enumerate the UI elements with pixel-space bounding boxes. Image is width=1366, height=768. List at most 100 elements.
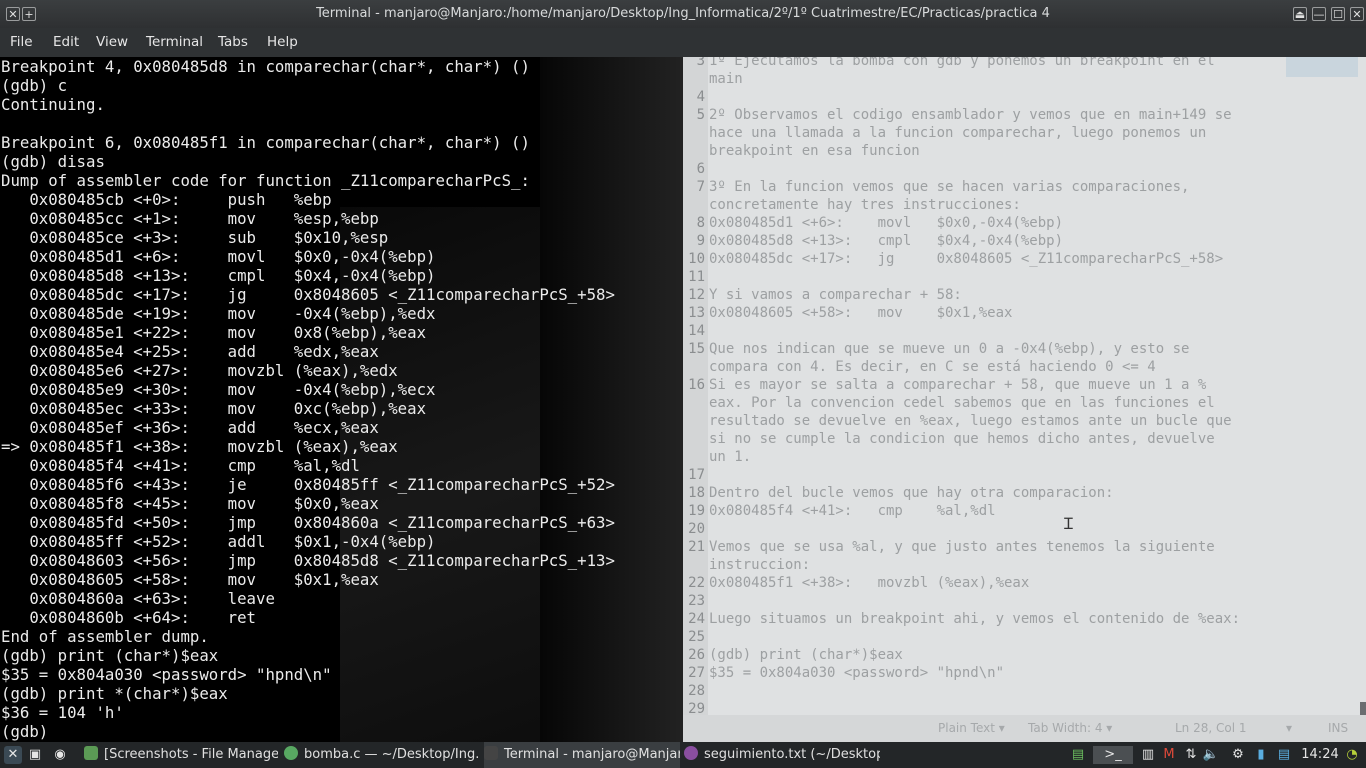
terminal-line: (gdb) c <box>1 76 68 95</box>
maximize-icon[interactable]: ☐ <box>1331 7 1345 21</box>
terminal-line: 0x08048605 <+58>: mov $0x1,%eax <box>1 570 379 589</box>
folder-tray-icon[interactable]: ▤ <box>1069 746 1087 764</box>
terminal-pane[interactable]: Breakpoint 4, 0x080485d8 in comparechar(… <box>0 57 683 742</box>
terminal-line: 0x080485d8 <+13>: cmpl $0x4,-0x4(%ebp) <box>1 266 436 285</box>
mode-selector[interactable]: ▾ <box>1286 721 1292 735</box>
shade-icon[interactable]: ⏏ <box>1293 7 1307 21</box>
terminal-tray-icon[interactable]: >_ <box>1093 746 1133 764</box>
clock[interactable]: 14:24 <box>1300 746 1340 764</box>
line-number: 25 <box>688 629 705 645</box>
terminal-line: 0x080485f8 <+45>: mov $0x0,%eax <box>1 494 379 513</box>
line-text: concretamente hay tres instrucciones: <box>709 197 1021 213</box>
task-seguimiento[interactable]: seguimiento.txt (~/Desktop... <box>684 742 880 768</box>
terminal-line: $36 = 104 'h' <box>1 703 124 722</box>
terminal-line: 0x080485ce <+3>: sub $0x10,%esp <box>1 228 389 247</box>
clipboard-icon[interactable]: ▤ <box>1275 746 1293 764</box>
terminal-line: Breakpoint 4, 0x080485d8 in comparechar(… <box>1 57 530 76</box>
line-number: 11 <box>688 269 705 285</box>
line-text: Que nos indican que se mueve un 0 a -0x4… <box>709 341 1190 357</box>
line-text: 3º En la funcion vemos que se hacen vari… <box>709 179 1190 195</box>
line-text: 0x080485f4 <+41>: cmp %al,%dl <box>709 503 996 519</box>
syntax-selector[interactable]: Plain Text ▾ <box>938 721 1005 735</box>
folder-icon <box>84 746 98 760</box>
line-number: 3 <box>696 57 705 69</box>
terminal-line: 0x080485ec <+33>: mov 0xc(%ebp),%eax <box>1 399 427 418</box>
terminal-line: 0x080485ef <+36>: add %ecx,%eax <box>1 418 379 437</box>
line-number: 21 <box>688 539 705 555</box>
terminal-line: 0x080485f6 <+43>: je 0x80485ff <_Z11comp… <box>1 475 615 494</box>
terminal-line: 0x080485dc <+17>: jg 0x8048605 <_Z11comp… <box>1 285 615 304</box>
line-text: 0x080485dc <+17>: jg 0x8048605 <_Z11comp… <box>709 251 1224 267</box>
menu-bar: File Edit View Terminal Tabs Help <box>0 28 1366 57</box>
editor-statusbar: Plain Text ▾ Tab Width: 4 ▾ Ln 28, Col 1… <box>683 715 1366 742</box>
battery-icon[interactable]: ▮ <box>1252 746 1270 764</box>
task-label: seguimiento.txt (~/Desktop... <box>704 747 880 762</box>
menu-terminal[interactable]: Terminal <box>146 34 203 50</box>
terminal-line: 0x080485cb <+0>: push %ebp <box>1 190 332 209</box>
line-text: 2º Observamos el codigo ensamblador y ve… <box>709 107 1232 123</box>
menu-launcher-icon[interactable]: ✕ <box>4 746 22 764</box>
terminal-line: 0x080485de <+19>: mov -0x4(%ebp),%edx <box>1 304 436 323</box>
menu-edit[interactable]: Edit <box>53 34 79 50</box>
line-number: 18 <box>688 485 705 501</box>
line-text: 0x08048605 <+58>: mov $0x1,%eax <box>709 305 1013 321</box>
line-number: 12 <box>688 287 705 303</box>
line-number: 26 <box>688 647 705 663</box>
notes-tray-icon[interactable]: ▥ <box>1139 746 1157 764</box>
editor-icon <box>284 746 298 760</box>
line-text: resultado se devuelve en %eax, luego est… <box>709 413 1232 429</box>
line-text: 0x080485d1 <+6>: movl $0x0,-0x4(%ebp) <box>709 215 1064 231</box>
terminal-line: $35 = 0x804a030 <password> "hpnd\n" <box>1 665 332 684</box>
task-bomba-editor[interactable]: bomba.c — ~/Desktop/Ing... <box>284 742 480 768</box>
line-number: 4 <box>696 89 705 105</box>
line-text: Vemos que se usa %al, y que justo antes … <box>709 539 1215 555</box>
menu-file[interactable]: File <box>10 34 33 50</box>
line-number: 17 <box>688 467 705 483</box>
task-terminal[interactable]: Terminal - manjaro@Manjar... <box>484 742 680 768</box>
task-file-manager[interactable]: [Screenshots - File Manager] <box>84 742 278 768</box>
mail-icon[interactable]: M <box>1160 746 1178 764</box>
current-line-highlight <box>1286 57 1358 77</box>
browser-launcher-icon[interactable]: ◉ <box>51 746 69 764</box>
menu-view[interactable]: View <box>96 34 128 50</box>
task-label: [Screenshots - File Manager] <box>104 747 278 762</box>
line-number: 24 <box>688 611 705 627</box>
volume-icon[interactable]: 🔈 <box>1202 746 1220 764</box>
update-icon[interactable]: ◔ <box>1343 746 1361 764</box>
minimize-icon[interactable]: — <box>1312 7 1326 21</box>
line-number: 16 <box>688 377 705 393</box>
line-text: main <box>709 71 743 87</box>
terminal-output: Breakpoint 4, 0x080485d8 in comparechar(… <box>1 57 615 741</box>
terminal-line: Dump of assembler code for function _Z11… <box>1 171 530 190</box>
terminal-line: 0x080485d1 <+6>: movl $0x0,-0x4(%ebp) <box>1 247 436 266</box>
terminal-line: Breakpoint 6, 0x080485f1 in comparechar(… <box>1 133 530 152</box>
terminal-launcher-icon[interactable]: ▣ <box>26 746 44 764</box>
line-number: 6 <box>696 161 705 177</box>
terminal-line: (gdb) disas <box>1 152 105 171</box>
terminal-line: 0x080485e4 <+25>: add %edx,%eax <box>1 342 379 361</box>
menu-tabs[interactable]: Tabs <box>218 34 248 50</box>
window-close-icon[interactable]: ✕ <box>1350 7 1364 21</box>
terminal-line: 0x0804860b <+64>: ret <box>1 608 257 627</box>
network-icon[interactable]: ⇅ <box>1182 746 1200 764</box>
line-number: 27 <box>688 665 705 681</box>
line-number: 19 <box>688 503 705 519</box>
terminal-line: 0x080485e1 <+22>: mov 0x8(%ebp),%eax <box>1 323 427 342</box>
text-editor-window[interactable]: 3 1º Ejecutamos la bomba con gdb y ponemo… <box>683 57 1366 742</box>
window-title: Terminal - manjaro@Manjaro:/home/manjaro… <box>316 6 1050 21</box>
line-text: compara con 4. Es decir, en C se está ha… <box>709 359 1156 375</box>
tab-width-selector[interactable]: Tab Width: 4 ▾ <box>1028 721 1112 735</box>
line-text: breakpoint en esa funcion <box>709 143 920 159</box>
menu-help[interactable]: Help <box>267 34 298 50</box>
terminal-icon <box>484 746 498 760</box>
line-text: si no se cumple la condicion que hemos d… <box>709 431 1215 447</box>
settings-icon[interactable]: ⚙ <box>1229 746 1247 764</box>
terminal-line: 0x080485fd <+50>: jmp 0x804860a <_Z11com… <box>1 513 615 532</box>
line-number: 5 <box>696 107 705 123</box>
terminal-line: 0x080485f4 <+41>: cmp %al,%dl <box>1 456 360 475</box>
line-number: 15 <box>688 341 705 357</box>
terminal-line: 0x080485e6 <+27>: movzbl (%eax),%edx <box>1 361 398 380</box>
task-label: Terminal - manjaro@Manjar... <box>504 747 680 762</box>
line-text: Luego situamos un breakpoint ahi, y vemo… <box>709 611 1241 627</box>
